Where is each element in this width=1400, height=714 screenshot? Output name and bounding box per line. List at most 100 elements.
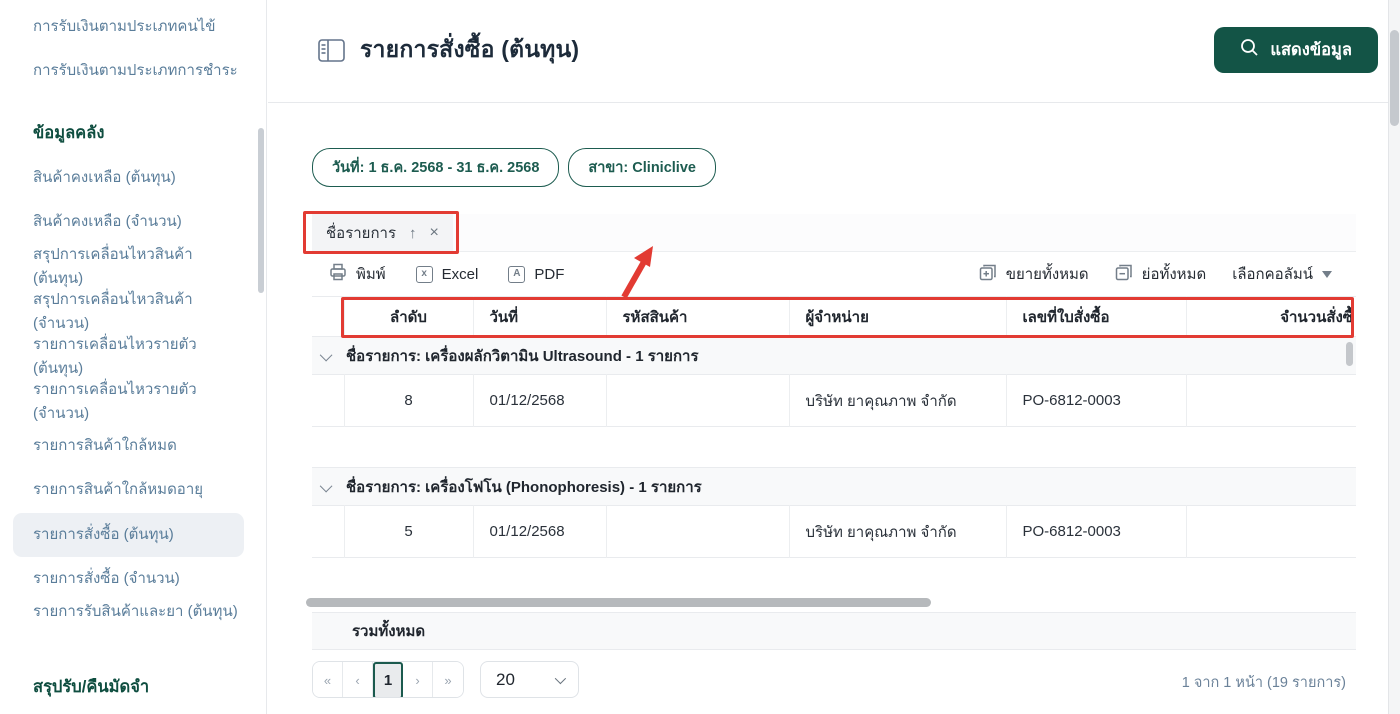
sort-ascending-icon[interactable]: ↑ xyxy=(409,225,417,242)
page-number-button[interactable]: 1 xyxy=(373,662,403,697)
collapse-all-label: ย่อทั้งหมด xyxy=(1141,266,1207,283)
sidebar-item-goods-receipt-cost[interactable]: รายการรับสินค้าและยา (ต้นทุน) xyxy=(33,600,238,624)
column-header-order-qty[interactable]: จำนวนสั่งซื้ xyxy=(1185,296,1356,337)
column-header-seq[interactable]: ลำดับ xyxy=(343,296,473,337)
sidebar-item-low-stock[interactable]: รายการสินค้าใกล้หมด xyxy=(33,434,238,458)
page-size-value: 20 xyxy=(496,669,515,689)
column-header-supplier[interactable]: ผู้จำหน่าย xyxy=(788,296,1006,337)
print-button[interactable]: พิมพ์ xyxy=(329,262,386,286)
grand-total-row: รวมทั้งหมด xyxy=(312,612,1356,650)
cell-order-qty xyxy=(1185,374,1356,427)
column-header-date[interactable]: วันที่ xyxy=(472,296,606,337)
sidebar-item-income-by-patient-type[interactable]: การรับเงินตามประเภทคนไข้ xyxy=(33,15,238,39)
last-page-button[interactable]: » xyxy=(433,662,463,697)
excel-button-label: Excel xyxy=(441,265,479,283)
expand-all-button[interactable]: ขยายทั้งหมด xyxy=(979,262,1089,286)
cell-po-number: PO-6812-0003 xyxy=(1005,505,1186,558)
page-title: รายการสั่งซื้อ (ต้นทุน) xyxy=(360,36,580,62)
horizontal-scrollbar[interactable] xyxy=(306,598,931,607)
chevron-down-icon xyxy=(554,672,567,684)
cell-seq: 8 xyxy=(343,374,473,427)
sidebar-item-movement-summary-qty[interactable]: สรุปการเคลื่อนไหวสินค้า (จำนวน) xyxy=(33,288,238,336)
sidebar-section-inventory: ข้อมูลคลัง xyxy=(33,124,105,142)
group-row-title: ชื่อรายการ: เครื่องโฟโน (Phonophoresis) … xyxy=(346,478,702,496)
cell-seq: 5 xyxy=(343,505,473,558)
collapse-all-icon xyxy=(1115,263,1133,285)
group-row-title: ชื่อรายการ: เครื่องผลักวิตามิน Ultrasoun… xyxy=(346,347,699,365)
choose-columns-label: เลือกคอลัมน์ xyxy=(1232,266,1313,283)
collapse-group-icon[interactable] xyxy=(319,479,333,492)
sidebar: การรับเงินตามประเภทคนไข้ การรับเงินตามปร… xyxy=(0,0,267,714)
cell-po-number: PO-6812-0003 xyxy=(1005,374,1186,427)
cell-date: 01/12/2568 xyxy=(472,374,606,427)
cell-product-code xyxy=(605,374,789,427)
cell-toggle xyxy=(312,374,344,427)
sidebar-item-stock-remaining-qty[interactable]: สินค้าคงเหลือ (จำนวน) xyxy=(33,210,238,234)
grand-total-label: รวมทั้งหมด xyxy=(352,623,426,640)
cell-date: 01/12/2568 xyxy=(472,505,606,558)
group-footer-row xyxy=(312,557,1356,592)
filter-chips: วันที่: 1 ธ.ค. 2568 - 31 ธ.ค. 2568 สาขา:… xyxy=(312,148,716,187)
cell-product-code xyxy=(605,505,789,558)
group-footer-row xyxy=(312,426,1356,468)
pdf-icon: A xyxy=(508,265,526,283)
group-by-panel: ชื่อรายการ ↑ × xyxy=(312,214,1356,252)
main-content: รายการสั่งซื้อ (ต้นทุน) แสดงข้อมูล วันที… xyxy=(268,0,1388,714)
filter-chip-branch[interactable]: สาขา: Cliniclive xyxy=(568,148,716,187)
search-icon xyxy=(1240,38,1259,62)
filter-chip-date[interactable]: วันที่: 1 ธ.ค. 2568 - 31 ธ.ค. 2568 xyxy=(312,148,560,187)
sidebar-item-stock-remaining-cost[interactable]: สินค้าคงเหลือ (ต้นทุน) xyxy=(33,166,238,190)
next-page-button[interactable]: › xyxy=(403,662,433,697)
expand-all-icon xyxy=(979,263,997,285)
pdf-button-label: PDF xyxy=(534,265,565,283)
sidebar-item-purchase-orders-cost[interactable]: รายการสั่งซื้อ (ต้นทุน) xyxy=(33,523,174,547)
previous-page-button[interactable]: ‹ xyxy=(343,662,373,697)
group-by-tag[interactable]: ชื่อรายการ ↑ × xyxy=(312,214,453,252)
sidebar-item-movement-detail-qty[interactable]: รายการเคลื่อนไหวรายตัว (จำนวน) xyxy=(33,378,238,426)
first-page-button[interactable]: « xyxy=(313,662,343,697)
remove-group-icon[interactable]: × xyxy=(430,224,439,242)
printer-icon xyxy=(329,263,347,285)
pagination: « ‹ 1 › » 20 xyxy=(312,661,579,698)
group-row[interactable]: ชื่อรายการ: เครื่องโฟโน (Phonophoresis) … xyxy=(312,467,1356,506)
sidebar-item-near-expiry[interactable]: รายการสินค้าใกล้หมดอายุ xyxy=(33,478,238,502)
table-row[interactable]: 8 01/12/2568 บริษัท ยาคุณภาพ จำกัด PO-68… xyxy=(312,374,1356,427)
collapse-all-button[interactable]: ย่อทั้งหมด xyxy=(1115,262,1207,286)
cell-supplier: บริษัท ยาคุณภาพ จำกัด xyxy=(788,505,1006,558)
data-grid: ลำดับ วันที่ รหัสสินค้า ผู้จำหน่าย เลขที… xyxy=(312,296,1356,592)
collapse-group-icon[interactable] xyxy=(319,348,333,361)
cell-toggle xyxy=(312,505,344,558)
toggle-column-header xyxy=(312,297,344,337)
pager-buttons: « ‹ 1 › » xyxy=(312,661,464,698)
export-excel-button[interactable]: x Excel xyxy=(415,265,479,283)
show-data-button[interactable]: แสดงข้อมูล xyxy=(1214,27,1378,73)
group-by-field-label: ชื่อรายการ xyxy=(326,225,397,242)
column-header-po-number[interactable]: เลขที่ใบสั่งซื้อ xyxy=(1005,296,1186,337)
sidebar-scrollbar[interactable] xyxy=(258,128,264,293)
cell-supplier: บริษัท ยาคุณภาพ จำกัด xyxy=(788,374,1006,427)
cell-order-qty xyxy=(1185,505,1356,558)
column-header-product-code[interactable]: รหัสสินค้า xyxy=(605,296,789,337)
sidebar-item-movement-detail-cost[interactable]: รายการเคลื่อนไหวรายตัว (ต้นทุน) xyxy=(33,333,238,381)
chevron-down-icon xyxy=(1322,270,1332,278)
page: การรับเงินตามประเภทคนไข้ การรับเงินตามปร… xyxy=(0,0,1400,714)
topbar: รายการสั่งซื้อ (ต้นทุน) แสดงข้อมูล xyxy=(268,0,1388,103)
grid-header-row: ลำดับ วันที่ รหัสสินค้า ผู้จำหน่าย เลขที… xyxy=(312,296,1356,337)
export-pdf-button[interactable]: A PDF xyxy=(508,265,565,283)
grid-toolbar: พิมพ์ x Excel A PDF ขยายทั้งหมด ย่อทั้งห… xyxy=(312,252,1356,296)
table-row[interactable]: 5 01/12/2568 บริษัท ยาคุณภาพ จำกัด PO-68… xyxy=(312,505,1356,558)
sidebar-item-movement-summary-cost[interactable]: สรุปการเคลื่อนไหวสินค้า (ต้นทุน) xyxy=(33,243,238,291)
window-scrollbar-thumb[interactable] xyxy=(1390,30,1399,126)
show-data-button-label: แสดงข้อมูล xyxy=(1270,41,1352,59)
group-row[interactable]: ชื่อรายการ: เครื่องผลักวิตามิน Ultrasoun… xyxy=(312,336,1356,375)
sidebar-section-deposit-summary: สรุปรับ/คืนมัดจำ xyxy=(33,678,150,696)
window-scrollbar[interactable] xyxy=(1388,0,1400,714)
sidebar-item-income-by-payment-type[interactable]: การรับเงินตามประเภทการชำระ xyxy=(33,59,238,83)
report-icon xyxy=(318,38,345,62)
expand-all-label: ขยายทั้งหมด xyxy=(1005,266,1089,283)
choose-columns-button[interactable]: เลือกคอลัมน์ xyxy=(1232,262,1332,286)
page-size-select[interactable]: 20 xyxy=(480,661,579,698)
grid-vertical-scrollbar[interactable] xyxy=(1346,342,1353,366)
excel-icon: x xyxy=(415,265,433,283)
sidebar-item-purchase-orders-qty[interactable]: รายการสั่งซื้อ (จำนวน) xyxy=(33,567,238,591)
